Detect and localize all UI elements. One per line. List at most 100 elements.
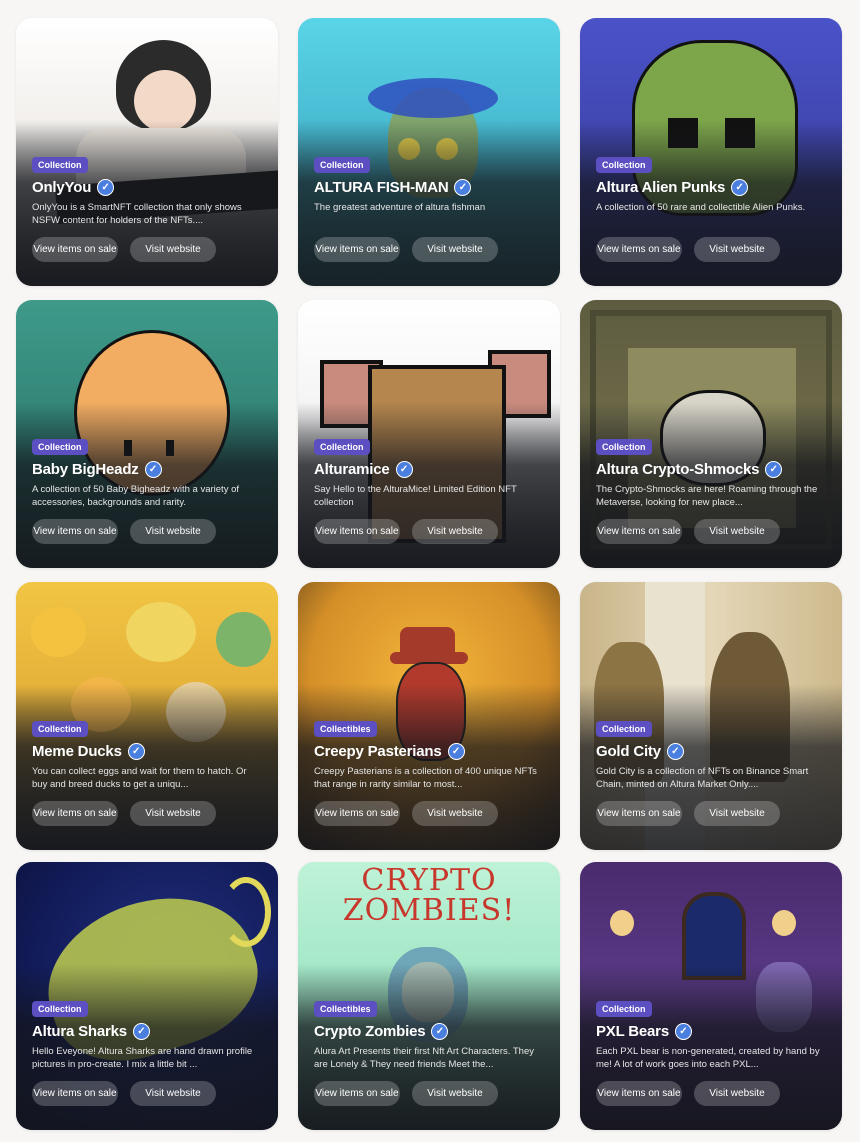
view-items-on-sale-button[interactable]: View items on sale	[596, 801, 682, 826]
collection-card[interactable]: Collectibles Creepy Pasterians ✓ Creepy …	[298, 582, 560, 850]
card-actions: View items on sale Visit website	[314, 801, 544, 826]
collection-description: A collection of 50 rare and collectible …	[596, 202, 806, 213]
title-row: Crypto Zombies ✓	[314, 1023, 544, 1040]
view-items-on-sale-button[interactable]: View items on sale	[314, 1081, 400, 1106]
collection-description: You can collect eggs and wait for them t…	[32, 766, 247, 790]
verified-check-icon: ✓	[731, 179, 749, 196]
collection-card[interactable]: Collection PXL Bears ✓ Each PXL bear is …	[580, 862, 842, 1130]
card-content: Collection Altura Crypto-Shmocks ✓ The C…	[596, 437, 826, 544]
card-content: Collection ALTURA FISH-MAN ✓ The greates…	[314, 155, 544, 262]
collection-title[interactable]: Altura Alien Punks	[596, 179, 725, 196]
category-badge: Collection	[32, 439, 88, 455]
card-actions: View items on sale Visit website	[314, 519, 544, 544]
view-items-on-sale-button[interactable]: View items on sale	[314, 237, 400, 262]
category-badge: Collection	[596, 439, 652, 455]
title-row: PXL Bears ✓	[596, 1023, 826, 1040]
collection-card[interactable]: Collection Altura Alien Punks ✓ A collec…	[580, 18, 842, 286]
verified-check-icon: ✓	[127, 743, 145, 760]
collection-title[interactable]: Crypto Zombies	[314, 1023, 426, 1040]
collection-card[interactable]: CRYPTO ZOMBIES! Collectibles Crypto Zomb…	[298, 862, 560, 1130]
collection-description: Creepy Pasterians is a collection of 400…	[314, 766, 537, 790]
collection-title[interactable]: Altura Sharks	[32, 1023, 127, 1040]
collection-card[interactable]: Collection Baby BigHeadz ✓ A collection …	[16, 300, 278, 568]
visit-website-button[interactable]: Visit website	[130, 1081, 216, 1106]
visit-website-button[interactable]: Visit website	[130, 801, 216, 826]
collection-title[interactable]: ALTURA FISH-MAN	[314, 179, 449, 196]
collection-card[interactable]: Collection Altura Crypto-Shmocks ✓ The C…	[580, 300, 842, 568]
category-badge: Collection	[32, 721, 88, 737]
view-items-on-sale-button[interactable]: View items on sale	[32, 1081, 118, 1106]
collection-title[interactable]: PXL Bears	[596, 1023, 669, 1040]
verified-check-icon: ✓	[674, 1023, 692, 1040]
collection-card[interactable]: Collection OnlyYou ✓ OnlyYou is a SmartN…	[16, 18, 278, 286]
title-row: Altura Sharks ✓	[32, 1023, 262, 1040]
collection-card[interactable]: Collection Meme Ducks ✓ You can collect …	[16, 582, 278, 850]
collection-description: Say Hello to the AlturaMice! Limited Edi…	[314, 484, 517, 508]
visit-website-button[interactable]: Visit website	[694, 1081, 780, 1106]
card-content: Collection Meme Ducks ✓ You can collect …	[32, 719, 262, 826]
collection-description: OnlyYou is a SmartNFT collection that on…	[32, 202, 242, 226]
collection-title[interactable]: Alturamice	[314, 461, 390, 478]
card-content: Collection Baby BigHeadz ✓ A collection …	[32, 437, 262, 544]
collection-card[interactable]: Collection ALTURA FISH-MAN ✓ The greates…	[298, 18, 560, 286]
collection-description: Alura Art Presents their first Nft Art C…	[314, 1046, 534, 1070]
card-actions: View items on sale Visit website	[596, 801, 826, 826]
verified-check-icon: ✓	[97, 179, 115, 196]
view-items-on-sale-button[interactable]: View items on sale	[596, 519, 682, 544]
category-badge: Collection	[596, 721, 652, 737]
title-row: ALTURA FISH-MAN ✓	[314, 179, 544, 196]
title-row: Creepy Pasterians ✓	[314, 743, 544, 760]
view-items-on-sale-button[interactable]: View items on sale	[314, 801, 400, 826]
view-items-on-sale-button[interactable]: View items on sale	[32, 237, 118, 262]
category-badge: Collectibles	[314, 1001, 377, 1017]
title-row: Altura Alien Punks ✓	[596, 179, 826, 196]
collection-title[interactable]: OnlyYou	[32, 179, 91, 196]
collection-description: Hello Eveyone! Altura Sharks are hand dr…	[32, 1046, 253, 1070]
verified-check-icon: ✓	[431, 1023, 449, 1040]
view-items-on-sale-button[interactable]: View items on sale	[314, 519, 400, 544]
visit-website-button[interactable]: Visit website	[412, 801, 498, 826]
view-items-on-sale-button[interactable]: View items on sale	[596, 1081, 682, 1106]
visit-website-button[interactable]: Visit website	[694, 237, 780, 262]
title-row: Meme Ducks ✓	[32, 743, 262, 760]
card-actions: View items on sale Visit website	[32, 1081, 262, 1106]
view-items-on-sale-button[interactable]: View items on sale	[32, 519, 118, 544]
verified-check-icon: ✓	[395, 461, 413, 478]
card-content: Collection PXL Bears ✓ Each PXL bear is …	[596, 999, 826, 1106]
view-items-on-sale-button[interactable]: View items on sale	[32, 801, 118, 826]
collection-title[interactable]: Creepy Pasterians	[314, 743, 442, 760]
collection-card[interactable]: Collection Alturamice ✓ Say Hello to the…	[298, 300, 560, 568]
visit-website-button[interactable]: Visit website	[412, 237, 498, 262]
collection-title[interactable]: Meme Ducks	[32, 743, 122, 760]
collection-card[interactable]: Collection Altura Sharks ✓ Hello Eveyone…	[16, 862, 278, 1130]
card-actions: View items on sale Visit website	[314, 1081, 544, 1106]
verified-check-icon: ✓	[765, 461, 783, 478]
card-content: Collection OnlyYou ✓ OnlyYou is a SmartN…	[32, 155, 262, 262]
collection-card[interactable]: Collection Gold City ✓ Gold City is a co…	[580, 582, 842, 850]
visit-website-button[interactable]: Visit website	[694, 519, 780, 544]
verified-check-icon: ✓	[447, 743, 465, 760]
visit-website-button[interactable]: Visit website	[412, 1081, 498, 1106]
collection-title[interactable]: Altura Crypto-Shmocks	[596, 461, 760, 478]
verified-check-icon: ✓	[132, 1023, 150, 1040]
collection-title[interactable]: Baby BigHeadz	[32, 461, 139, 478]
card-content: Collectibles Crypto Zombies ✓ Alura Art …	[314, 999, 544, 1106]
card-content: Collectibles Creepy Pasterians ✓ Creepy …	[314, 719, 544, 826]
title-row: Altura Crypto-Shmocks ✓	[596, 461, 826, 478]
visit-website-button[interactable]: Visit website	[130, 519, 216, 544]
visit-website-button[interactable]: Visit website	[694, 801, 780, 826]
category-badge: Collectibles	[314, 721, 377, 737]
collection-title[interactable]: Gold City	[596, 743, 661, 760]
visit-website-button[interactable]: Visit website	[412, 519, 498, 544]
card-content: Collection Altura Alien Punks ✓ A collec…	[596, 155, 826, 262]
visit-website-button[interactable]: Visit website	[130, 237, 216, 262]
card-actions: View items on sale Visit website	[596, 519, 826, 544]
collection-description: Each PXL bear is non-generated, created …	[596, 1046, 820, 1070]
view-items-on-sale-button[interactable]: View items on sale	[596, 237, 682, 262]
card-actions: View items on sale Visit website	[32, 519, 262, 544]
title-row: OnlyYou ✓	[32, 179, 262, 196]
collection-description: The greatest adventure of altura fishman	[314, 202, 486, 213]
collection-description: Gold City is a collection of NFTs on Bin…	[596, 766, 809, 790]
category-badge: Collection	[314, 157, 370, 173]
category-badge: Collection	[314, 439, 370, 455]
